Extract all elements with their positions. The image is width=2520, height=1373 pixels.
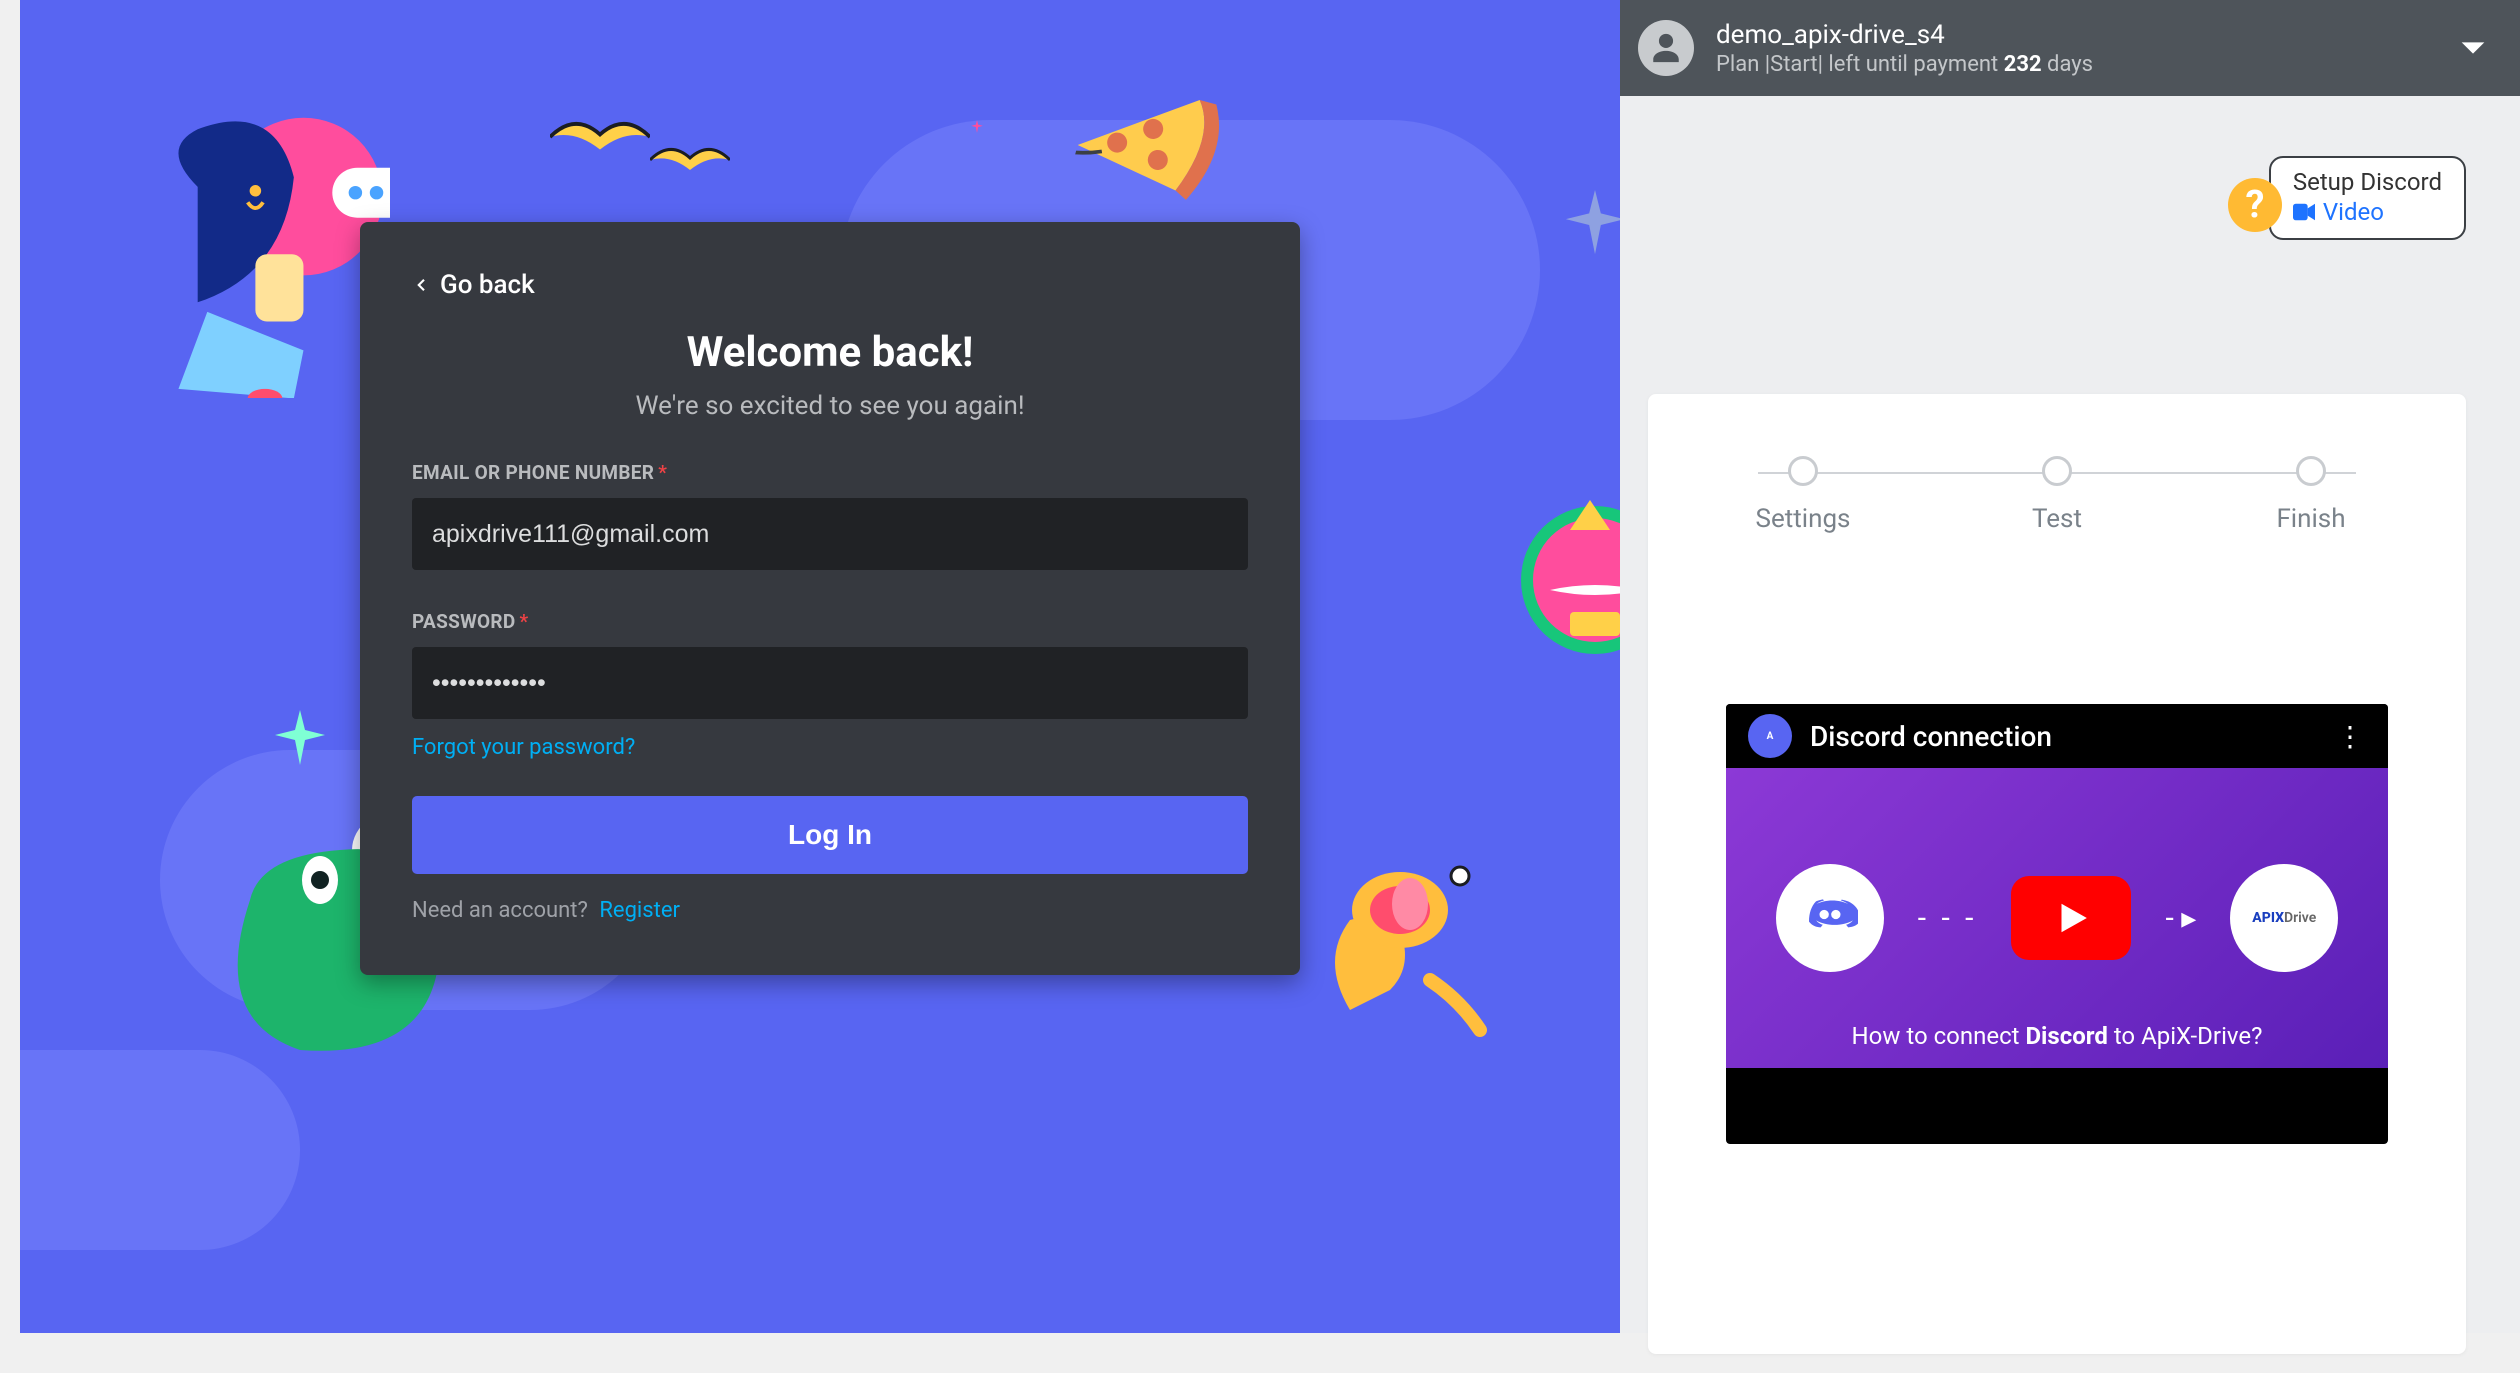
step-circle	[1788, 456, 1818, 486]
video-camera-icon	[2293, 203, 2315, 221]
password-label: PASSWORD*	[412, 610, 1248, 633]
setup-discord-box: Setup Discord Video	[2269, 156, 2466, 240]
video-menu-icon[interactable]: ⋮	[2336, 720, 2366, 753]
wizard-steps: Settings Test Finish	[1648, 394, 2466, 534]
dots-icon: - - -	[1918, 901, 1978, 936]
sparkle-icon	[270, 710, 330, 770]
chevron-down-icon[interactable]	[2456, 31, 2490, 65]
user-plan: Plan |Start| left until payment 232 days	[1716, 52, 2434, 77]
play-icon	[2052, 899, 2090, 937]
need-account-row: Need an account? Register	[412, 898, 1248, 923]
sparkle-icon	[970, 120, 984, 134]
decorative-cloud	[20, 1050, 300, 1250]
wizard-step-finish[interactable]: Finish	[2236, 456, 2386, 534]
password-input[interactable]	[412, 647, 1248, 719]
video-title: Discord connection	[1810, 720, 2318, 753]
bird-icon	[550, 112, 650, 162]
apix-logo-icon: A	[1748, 714, 1792, 758]
go-back-label: Go back	[440, 270, 535, 300]
video-thumbnail: - - - - ▸ APIXDrive How to connect Disco…	[1726, 768, 2388, 1068]
apix-body: ? Setup Discord Video Settings Test	[1620, 96, 2520, 1333]
user-name: demo_apix-drive_s4	[1716, 20, 2434, 50]
apixdrive-logo-icon: APIXDrive	[2230, 864, 2338, 972]
register-link[interactable]: Register	[599, 898, 680, 923]
person-chat-icon	[140, 110, 390, 398]
login-subtitle: We're so excited to see you again!	[412, 391, 1248, 421]
step-circle	[2042, 456, 2072, 486]
wizard-step-test[interactable]: Test	[1982, 456, 2132, 534]
setup-title: Setup Discord	[2293, 168, 2442, 196]
login-button[interactable]: Log In	[412, 796, 1248, 874]
avatar[interactable]	[1638, 20, 1694, 76]
video-caption: How to connect Discord to ApiX-Drive?	[1726, 1022, 2388, 1050]
login-card: Go back Welcome back! We're so excited t…	[360, 222, 1300, 975]
login-title: Welcome back!	[412, 328, 1248, 377]
email-input[interactable]	[412, 498, 1248, 570]
play-button[interactable]	[2011, 876, 2131, 960]
email-label: EMAIL OR PHONE NUMBER*	[412, 461, 1248, 484]
badge-icon	[1520, 470, 1620, 670]
forgot-password-link[interactable]: Forgot your password?	[412, 735, 635, 760]
tutorial-video[interactable]: A Discord connection ⋮ - - - - ▸ APIXD	[1726, 704, 2388, 1144]
sparkle-icon	[1560, 190, 1620, 260]
arrow-right-icon: - ▸	[2165, 901, 2196, 936]
go-back-button[interactable]: Go back	[412, 270, 535, 300]
bird-icon	[650, 140, 730, 180]
wizard-card: Settings Test Finish A Discord connectio…	[1648, 394, 2466, 1354]
user-block: demo_apix-drive_s4 Plan |Start| left unt…	[1716, 20, 2434, 77]
discord-logo-icon	[1776, 864, 1884, 972]
need-account-text: Need an account?	[412, 898, 588, 923]
discord-login-pane: Go back Welcome back! We're so excited t…	[20, 0, 1620, 1333]
video-header: A Discord connection ⋮	[1726, 704, 2388, 768]
wizard-step-settings[interactable]: Settings	[1728, 456, 1878, 534]
user-icon	[1649, 31, 1683, 65]
step-circle	[2296, 456, 2326, 486]
help-badge[interactable]: ?	[2228, 178, 2282, 232]
setup-video-link[interactable]: Video	[2293, 198, 2442, 226]
apix-header: demo_apix-drive_s4 Plan |Start| left unt…	[1620, 0, 2520, 96]
megaphone-icon	[1310, 840, 1490, 1040]
chevron-left-icon	[412, 276, 430, 294]
